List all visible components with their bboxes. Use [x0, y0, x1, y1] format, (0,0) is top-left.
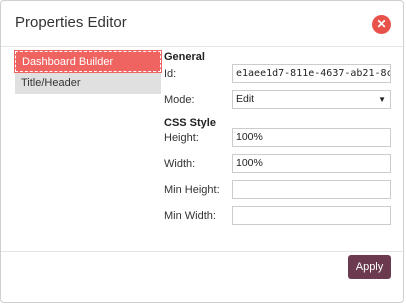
general-heading: General: [164, 51, 205, 63]
width-label: Width:: [164, 158, 196, 170]
chevron-down-icon: ▼: [378, 95, 386, 104]
apply-button[interactable]: Apply: [348, 255, 391, 279]
mode-selected-value: Edit: [236, 93, 255, 105]
id-label: Id:: [164, 68, 177, 80]
css-style-heading: CSS Style: [164, 117, 216, 129]
height-label: Height:: [164, 132, 199, 144]
footer-divider: [1, 251, 405, 252]
close-icon[interactable]: ✕: [372, 15, 391, 34]
mode-label: Mode:: [164, 94, 195, 106]
mode-select[interactable]: Edit ▼: [232, 90, 391, 109]
height-field[interactable]: 100%: [232, 128, 391, 147]
sidebar: Dashboard Builder Title/Header: [14, 50, 162, 94]
properties-editor-dialog: Properties Editor ✕ Dashboard Builder Ti…: [0, 0, 405, 303]
sidebar-item-title-header[interactable]: Title/Header: [15, 73, 161, 94]
min-height-field[interactable]: [232, 180, 391, 199]
dialog-title: Properties Editor: [15, 14, 127, 31]
min-height-label: Min Height:: [164, 184, 220, 196]
sidebar-item-label: Title/Header: [21, 77, 81, 89]
dialog-header: Properties Editor ✕: [1, 1, 405, 47]
sidebar-item-dashboard-builder[interactable]: Dashboard Builder: [14, 50, 162, 73]
min-width-field[interactable]: [232, 206, 391, 225]
id-field[interactable]: e1aee1d7-811e-4637-ab21-8c7f7: [232, 64, 391, 83]
width-field[interactable]: 100%: [232, 154, 391, 173]
sidebar-item-label: Dashboard Builder: [22, 56, 114, 68]
min-width-label: Min Width:: [164, 210, 216, 222]
